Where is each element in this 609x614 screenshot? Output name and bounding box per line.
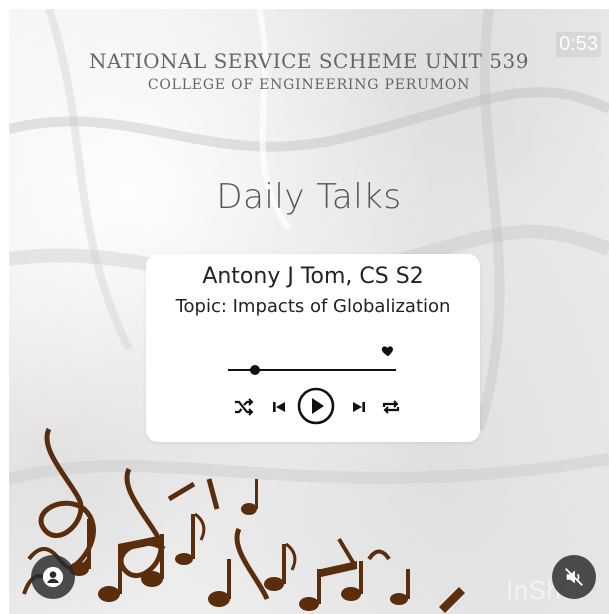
profile-button[interactable] (31, 555, 75, 599)
college-name: COLLEGE OF ENGINEERING PERUMON (147, 77, 471, 93)
progress-knob[interactable] (249, 365, 260, 375)
mute-icon (565, 568, 583, 586)
heart-icon[interactable] (381, 344, 395, 358)
profile-icon (42, 566, 64, 588)
page-title: Daily Talks (216, 177, 402, 217)
talk-topic: Topic: Impacts of Globalization (175, 296, 451, 317)
video-frame[interactable]: NATIONAL SERVICE SCHEME UNIT 539 COLLEGE… (9, 9, 609, 614)
video-timer: 0:53 (556, 32, 601, 57)
org-name: NATIONAL SERVICE SCHEME UNIT 539 (89, 49, 529, 73)
mute-button[interactable] (552, 555, 596, 599)
speaker-name: Antony J Tom, CS S2 (202, 264, 424, 289)
